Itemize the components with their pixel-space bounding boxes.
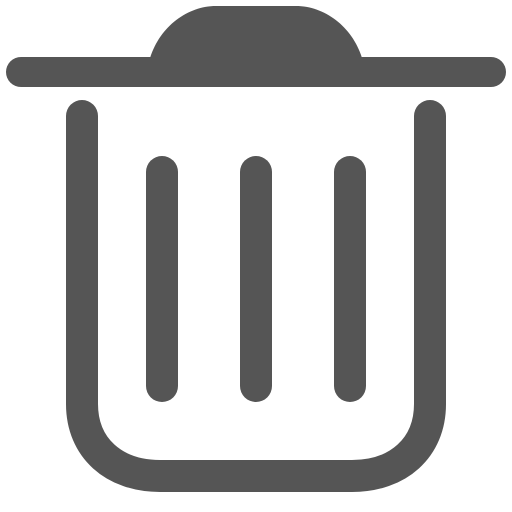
trash-icon [6,6,506,492]
trash-lid-bar [6,57,506,87]
trash-icon-button[interactable] [0,0,512,512]
trash-lid-handle [150,6,362,58]
